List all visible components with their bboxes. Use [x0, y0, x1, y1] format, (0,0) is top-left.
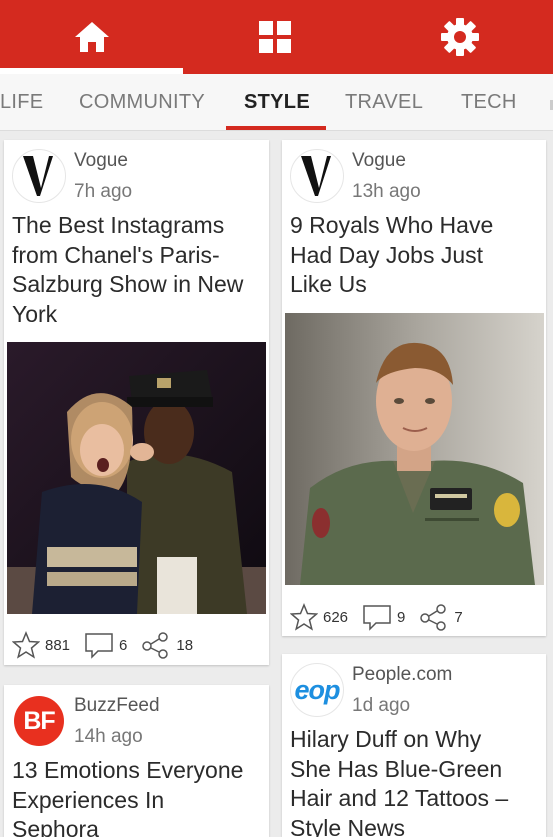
share-count: 18: [176, 636, 194, 654]
article-title[interactable]: The Best Instagrams from Chanel's Paris-…: [12, 211, 243, 329]
share-icon[interactable]: [141, 631, 171, 659]
home-icon: [74, 22, 109, 52]
article-source: Vogue: [352, 150, 406, 171]
gear-icon: [441, 18, 479, 56]
title-line: Hilary Duff on Why: [290, 726, 482, 752]
category-tabs: LIFE COMMUNITY STYLE TRAVEL TECH: [0, 74, 553, 131]
buzzfeed-logo-text: BF: [14, 696, 64, 746]
article-card[interactable]: Vogue 7h ago The Best Instagrams from Ch…: [4, 140, 269, 665]
star-icon[interactable]: [12, 631, 40, 659]
tab-travel[interactable]: TRAVEL: [345, 74, 423, 130]
title-line: Experiences In: [12, 786, 165, 813]
title-line: Sephora: [12, 816, 99, 837]
article-card[interactable]: BF BuzzFeed 14h ago 13 Emotions Everyone…: [4, 685, 269, 837]
title-line: Style News: [290, 814, 406, 837]
comment-count: 6: [119, 636, 128, 654]
article-source: BuzzFeed: [74, 695, 160, 716]
comment-icon[interactable]: [362, 603, 392, 631]
article-source: Vogue: [74, 150, 128, 171]
title-line: Salzburg Show in New: [12, 271, 244, 297]
article-title[interactable]: Hilary Duff on Why She Has Blue-Green Ha…: [290, 725, 508, 837]
article-photo[interactable]: [285, 313, 544, 585]
star-icon[interactable]: [290, 603, 318, 631]
nav-home-button[interactable]: [0, 0, 183, 74]
comment-count: 9: [397, 608, 406, 626]
article-card[interactable]: eop People.com 1d ago Hilary Duff on Why…: [282, 654, 546, 837]
title-line: Had Day Jobs Just: [290, 241, 484, 268]
title-line: Like Us: [290, 271, 367, 297]
people-logo-text: eop: [294, 674, 340, 705]
article-time: 14h ago: [74, 726, 143, 747]
article-actions: 626 9 7: [290, 597, 477, 636]
tab-life[interactable]: LIFE: [0, 74, 43, 130]
comment-icon[interactable]: [84, 631, 114, 659]
article-time: 7h ago: [74, 181, 133, 202]
title-line: York: [12, 300, 58, 327]
share-icon[interactable]: [419, 603, 449, 631]
tab-style[interactable]: STYLE: [244, 74, 310, 130]
vogue-logo: [290, 149, 344, 203]
article-source: People.com: [352, 664, 453, 685]
title-line: She Has Blue-Green: [290, 755, 503, 782]
article-actions: 881 6 18: [12, 625, 207, 665]
article-time: 13h ago: [352, 181, 421, 202]
share-count: 7: [454, 608, 463, 626]
nav-grid-button[interactable]: [183, 0, 367, 74]
star-count: 626: [323, 608, 349, 626]
article-time: 1d ago: [352, 695, 411, 716]
people-logo: eop: [290, 663, 344, 717]
title-line: 13 Emotions Everyone: [12, 757, 244, 783]
nav-settings-button[interactable]: [367, 0, 553, 74]
tab-community[interactable]: COMMUNITY: [79, 74, 205, 130]
vogue-logo: [12, 149, 66, 203]
title-line: Hair and 12 Tattoos –: [290, 785, 509, 811]
tab-active-underline: [226, 126, 326, 130]
title-line: from Chanel's Paris-: [12, 241, 220, 268]
title-line: 9 Royals Who Have: [290, 212, 494, 238]
star-count: 881: [45, 636, 71, 654]
app-bar: [0, 0, 553, 74]
title-line: The Best Instagrams: [12, 212, 225, 238]
article-card[interactable]: Vogue 13h ago 9 Royals Who Have Had Day …: [282, 140, 546, 636]
grid-icon: [259, 21, 291, 53]
article-photo[interactable]: [7, 342, 266, 614]
article-title[interactable]: 13 Emotions Everyone Experiences In Seph…: [12, 756, 243, 837]
article-title[interactable]: 9 Royals Who Have Had Day Jobs Just Like…: [290, 211, 493, 300]
tab-tech[interactable]: TECH: [461, 74, 517, 130]
buzzfeed-logo: BF: [12, 694, 66, 748]
